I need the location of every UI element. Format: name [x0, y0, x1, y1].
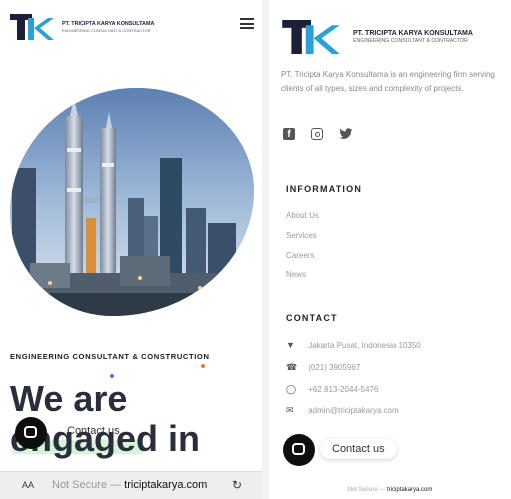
url-domain: triciptakarya.com	[124, 479, 208, 491]
mail-icon: ✉	[286, 405, 294, 415]
chat-bubble-icon	[24, 426, 37, 438]
location-pin-icon: ▼	[286, 340, 295, 350]
facebook-icon[interactable]: f	[283, 128, 295, 140]
footer-link-careers[interactable]: Careers	[286, 251, 314, 260]
whatsapp-icon: ◯	[286, 384, 297, 394]
logo-tagline: ENGINEERING CONSULTANT & CONTRACTOR	[353, 38, 468, 44]
twitter-icon[interactable]	[339, 128, 353, 140]
instagram-icon[interactable]	[311, 128, 323, 140]
footer-link-news[interactable]: News	[286, 270, 306, 279]
footer-link-services[interactable]: Services	[286, 231, 317, 240]
logo-brand-name: PT. TRICIPTA KARYA KONSULTAMA	[353, 30, 473, 37]
contact-address-row: ▼ Jakarta Pusat, Indonesia 10350	[286, 340, 421, 350]
url-separator: —	[110, 479, 122, 491]
security-label: Not Secure	[52, 479, 108, 491]
hero-subtitle: ENGINEERING CONSULTANT & CONSTRUCTION	[10, 352, 210, 361]
chat-button[interactable]	[15, 417, 47, 449]
reload-icon[interactable]: ↻	[232, 478, 242, 492]
hero-headline-line1: We are	[10, 378, 128, 419]
company-description: PT. Tricipta Karya Konsultama is an engi…	[281, 70, 495, 93]
contact-phone-row[interactable]: ☎ (021) 3905967	[286, 362, 360, 373]
text-size-button[interactable]: AA	[22, 480, 34, 490]
contact-us-label[interactable]: Contact us	[55, 421, 132, 441]
contact-whatsapp[interactable]: +62 813-2044-5476	[308, 385, 378, 394]
contact-email-row[interactable]: ✉ admin@triciptakarya.com	[286, 405, 399, 416]
url-domain: triciptakarya.com	[387, 487, 433, 493]
contact-phone[interactable]: (021) 3905967	[308, 363, 360, 372]
decor-dot	[201, 364, 205, 368]
security-label: Not Secure	[347, 487, 378, 493]
logo-mark-icon	[282, 20, 340, 54]
chat-bubble-icon	[292, 443, 305, 455]
chat-button[interactable]	[283, 434, 315, 466]
logo-mark-icon	[10, 14, 54, 40]
logo-tagline: ENGINEERING CONSULTANT & CONTRACTOR	[62, 28, 151, 33]
right-screen: PT. TRICIPTA KARYA KONSULTAMA ENGINEERIN…	[269, 0, 511, 499]
browser-url-footer[interactable]: Not Secure — triciptakarya.com	[269, 487, 511, 493]
information-heading: INFORMATION	[286, 184, 363, 194]
logo-brand-name: PT. TRICIPTA KARYA KONSULTAMA	[62, 21, 155, 27]
phone-icon: ☎	[286, 362, 298, 372]
footer-logo[interactable]: PT. TRICIPTA KARYA KONSULTAMA ENGINEERIN…	[281, 20, 511, 54]
contact-whatsapp-row[interactable]: ◯ +62 813-2044-5476	[286, 384, 378, 395]
site-logo[interactable]: PT. TRICIPTA KARYA KONSULTAMA ENGINEERIN…	[10, 14, 200, 40]
contact-address: Jakarta Pusat, Indonesia 10350	[308, 341, 421, 350]
left-screen: PT. TRICIPTA KARYA KONSULTAMA ENGINEERIN…	[0, 0, 262, 499]
url-separator: —	[379, 487, 386, 493]
hero-image	[10, 88, 254, 316]
contact-us-label[interactable]: Contact us	[320, 439, 397, 459]
contact-heading: CONTACT	[286, 313, 338, 323]
contact-email[interactable]: admin@triciptakarya.com	[308, 406, 398, 415]
menu-hamburger-icon[interactable]	[240, 18, 254, 29]
footer-link-about[interactable]: About Us	[286, 211, 319, 220]
city-skyline-illustration	[10, 88, 254, 316]
browser-address-bar[interactable]: AA Not Secure — triciptakarya.com ↻	[0, 471, 262, 499]
